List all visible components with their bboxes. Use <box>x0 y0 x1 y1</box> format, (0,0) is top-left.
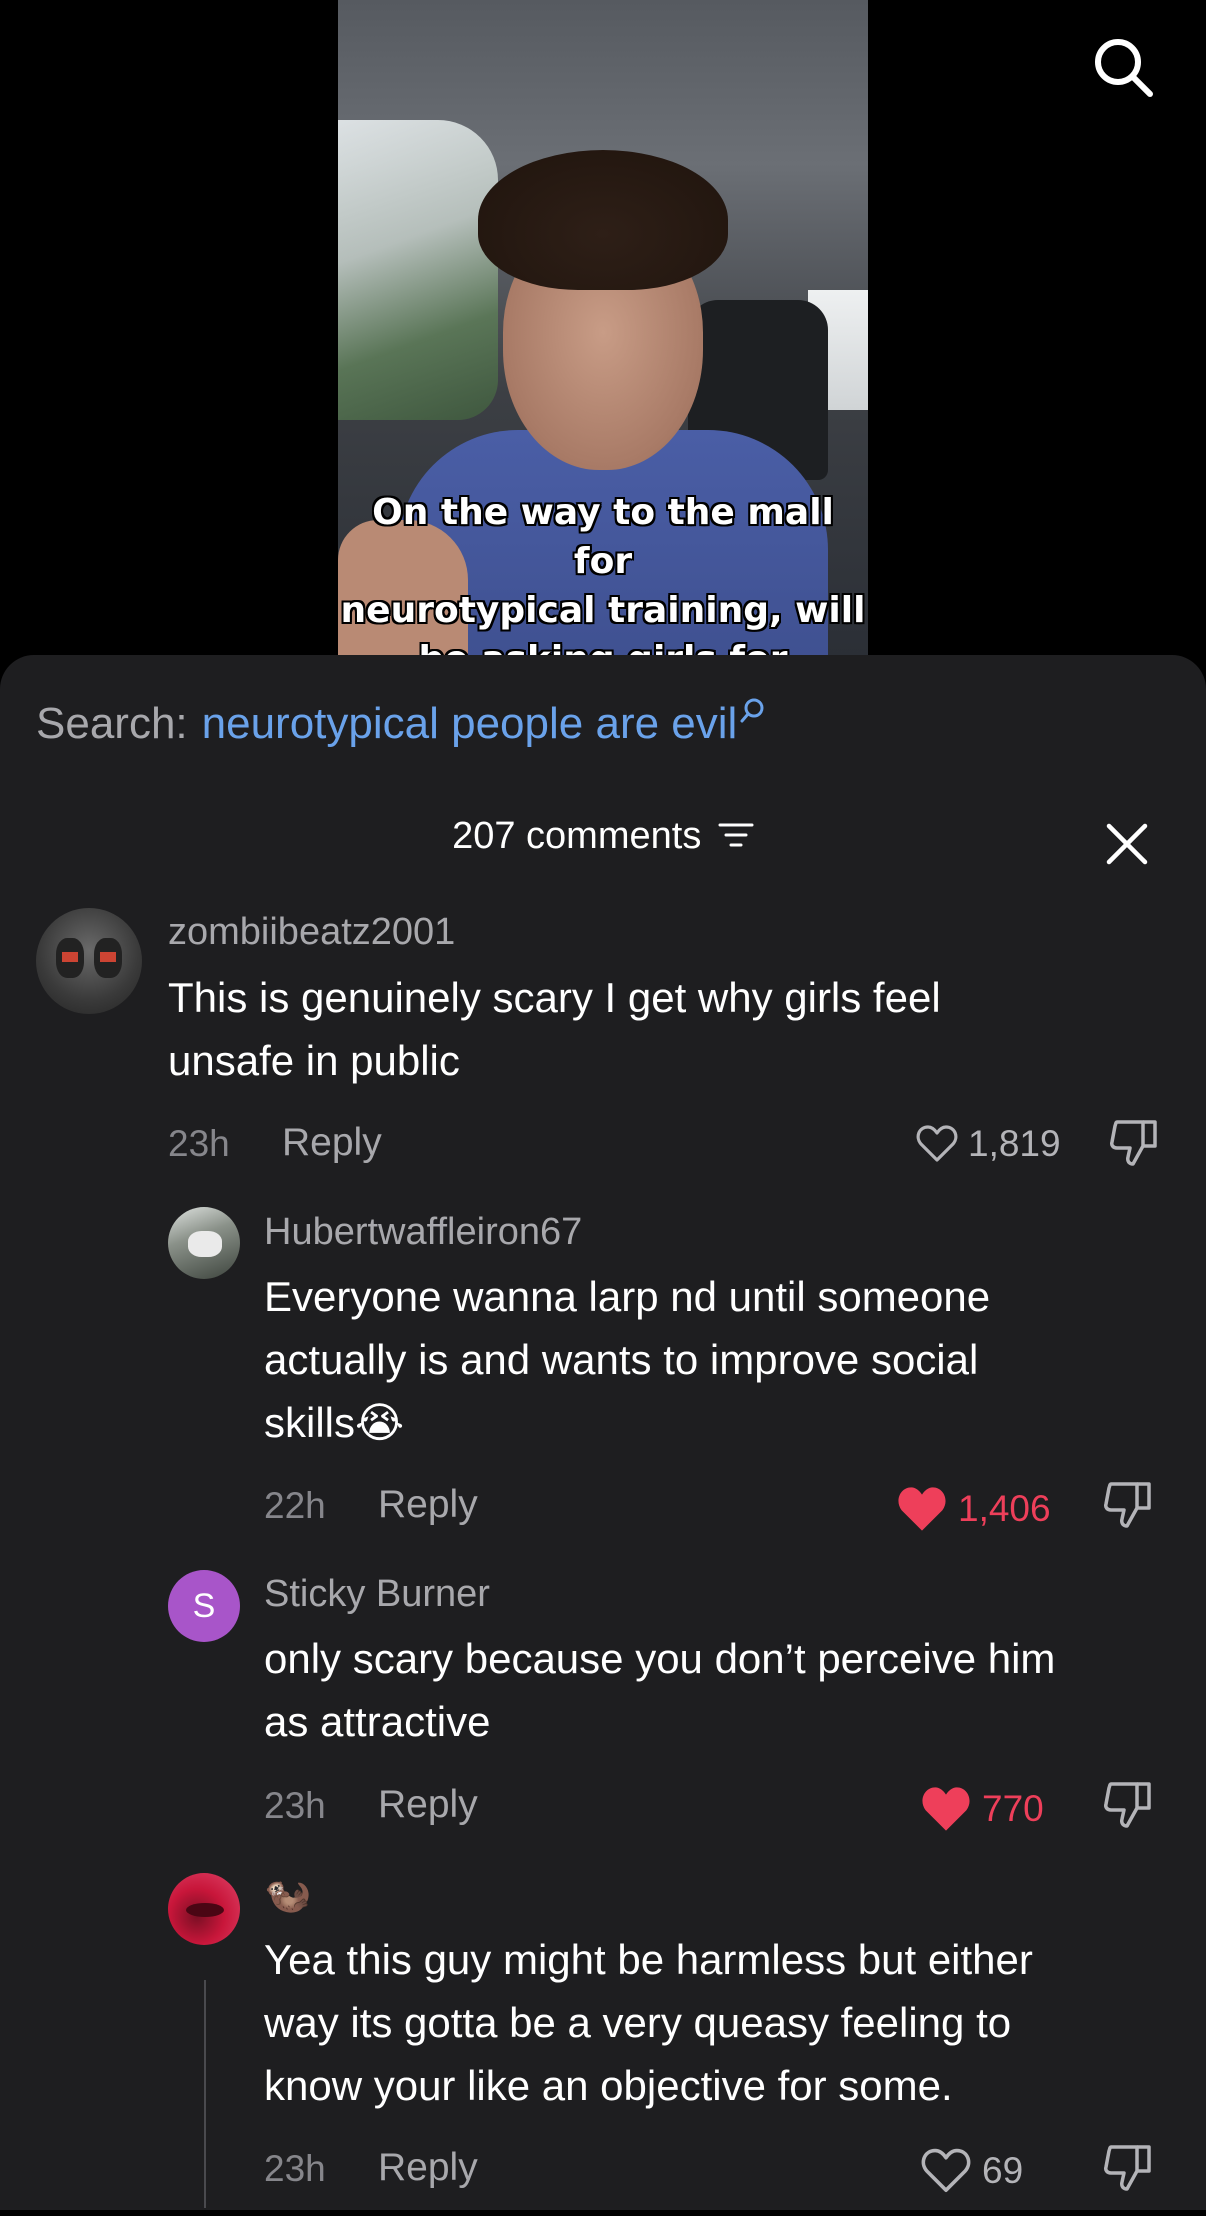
video-caption: On the way to the mall for neurotypical … <box>340 492 866 656</box>
like-button[interactable]: 1,406 <box>896 1485 1051 1533</box>
comment-time: 22h <box>264 1485 326 1526</box>
reply-button[interactable]: Reply <box>378 1783 478 1827</box>
reply-button[interactable]: Reply <box>282 1121 382 1165</box>
video-window-scenery <box>338 120 498 420</box>
video-player[interactable]: On the way to the mall for neurotypical … <box>0 0 1206 660</box>
comment-text-line: actually is and wants to improve social <box>264 1336 979 1383</box>
like-count: 1,819 <box>968 1123 1061 1164</box>
heart-icon <box>916 1125 958 1162</box>
comment-time: 23h <box>168 1123 230 1164</box>
related-search[interactable]: Search: neurotypical people are evil <box>36 698 767 749</box>
comment-text-line: only scary because you don’t perceive hi… <box>264 1635 1056 1682</box>
search-icon[interactable] <box>1090 34 1156 100</box>
reply-button[interactable]: Reply <box>378 1483 478 1527</box>
comment-time: 23h <box>264 1785 326 1826</box>
avatar[interactable] <box>168 1207 240 1279</box>
bottom-divider <box>0 2210 1206 2216</box>
comments-count: 207 comments <box>452 815 702 857</box>
comment-text-line: Yea this guy might be harmless but eithe… <box>264 1936 1033 1983</box>
crying-emoji-icon: 😭 <box>355 1399 405 1446</box>
comment-text-line: This is genuinely scary I get why girls … <box>168 974 941 1021</box>
thumbs-down-icon[interactable] <box>1107 1116 1161 1170</box>
comment-text-line: way its gotta be a very queasy feeling t… <box>264 1999 1012 2046</box>
thread-line <box>204 1980 206 2208</box>
comment-username[interactable]: Sticky Burner <box>264 1573 490 1616</box>
related-search-label: Search: <box>36 699 188 748</box>
like-button[interactable]: 1,819 <box>916 1123 1061 1165</box>
comment-username[interactable]: Hubertwaffleiron67 <box>264 1211 582 1254</box>
video-thumbnail[interactable]: On the way to the mall for neurotypical … <box>338 0 868 656</box>
avatar[interactable]: S <box>168 1570 240 1642</box>
like-button[interactable]: 770 <box>920 1785 1044 1833</box>
comment-text: This is genuinely scary I get why girls … <box>168 966 941 1092</box>
video-person-hair <box>478 150 728 290</box>
comment-text-segment: skills <box>264 1399 355 1446</box>
like-count: 1,406 <box>958 1488 1051 1529</box>
avatar[interactable] <box>168 1873 240 1945</box>
comment-text: only scary because you don’t perceive hi… <box>264 1627 1055 1753</box>
avatar-letter: S <box>192 1586 216 1625</box>
thumbs-down-icon[interactable] <box>1101 1778 1155 1832</box>
comment-text-line: know your like an objective for some. <box>264 2062 953 2109</box>
comment-text-line: as attractive <box>264 1698 491 1745</box>
like-button[interactable]: 69 <box>920 2147 1023 2195</box>
filter-icon[interactable] <box>718 820 754 850</box>
avatar[interactable] <box>36 908 142 1014</box>
comment-text-line: Everyone wanna larp nd until someone <box>264 1273 991 1320</box>
comment-username[interactable]: 🦦 <box>264 1873 311 1917</box>
comments-count-header[interactable]: 207 comments <box>0 815 1206 858</box>
heart-icon <box>898 1487 946 1531</box>
thumbs-down-icon[interactable] <box>1101 1478 1155 1532</box>
like-count: 770 <box>982 1788 1044 1829</box>
comment-text: Everyone wanna larp nd until someone act… <box>264 1265 990 1454</box>
reply-button[interactable]: Reply <box>378 2146 478 2190</box>
comment-text-line: unsafe in public <box>168 1037 460 1084</box>
comment-time: 23h <box>264 2148 326 2189</box>
comment-text-line: skills😭 <box>264 1391 990 1454</box>
comment-text: Yea this guy might be harmless but eithe… <box>264 1928 1033 2117</box>
heart-icon <box>922 1787 970 1831</box>
heart-icon <box>921 2148 971 2192</box>
thumbs-down-icon[interactable] <box>1101 2141 1155 2195</box>
comment-username[interactable]: zombiibeatz2001 <box>168 911 455 954</box>
search-icon <box>740 698 764 723</box>
related-search-query[interactable]: neurotypical people are evil <box>202 699 738 749</box>
like-count: 69 <box>982 2150 1024 2191</box>
close-icon[interactable] <box>1104 821 1150 867</box>
comments-sheet: Search: neurotypical people are evil 207… <box>0 655 1206 2216</box>
